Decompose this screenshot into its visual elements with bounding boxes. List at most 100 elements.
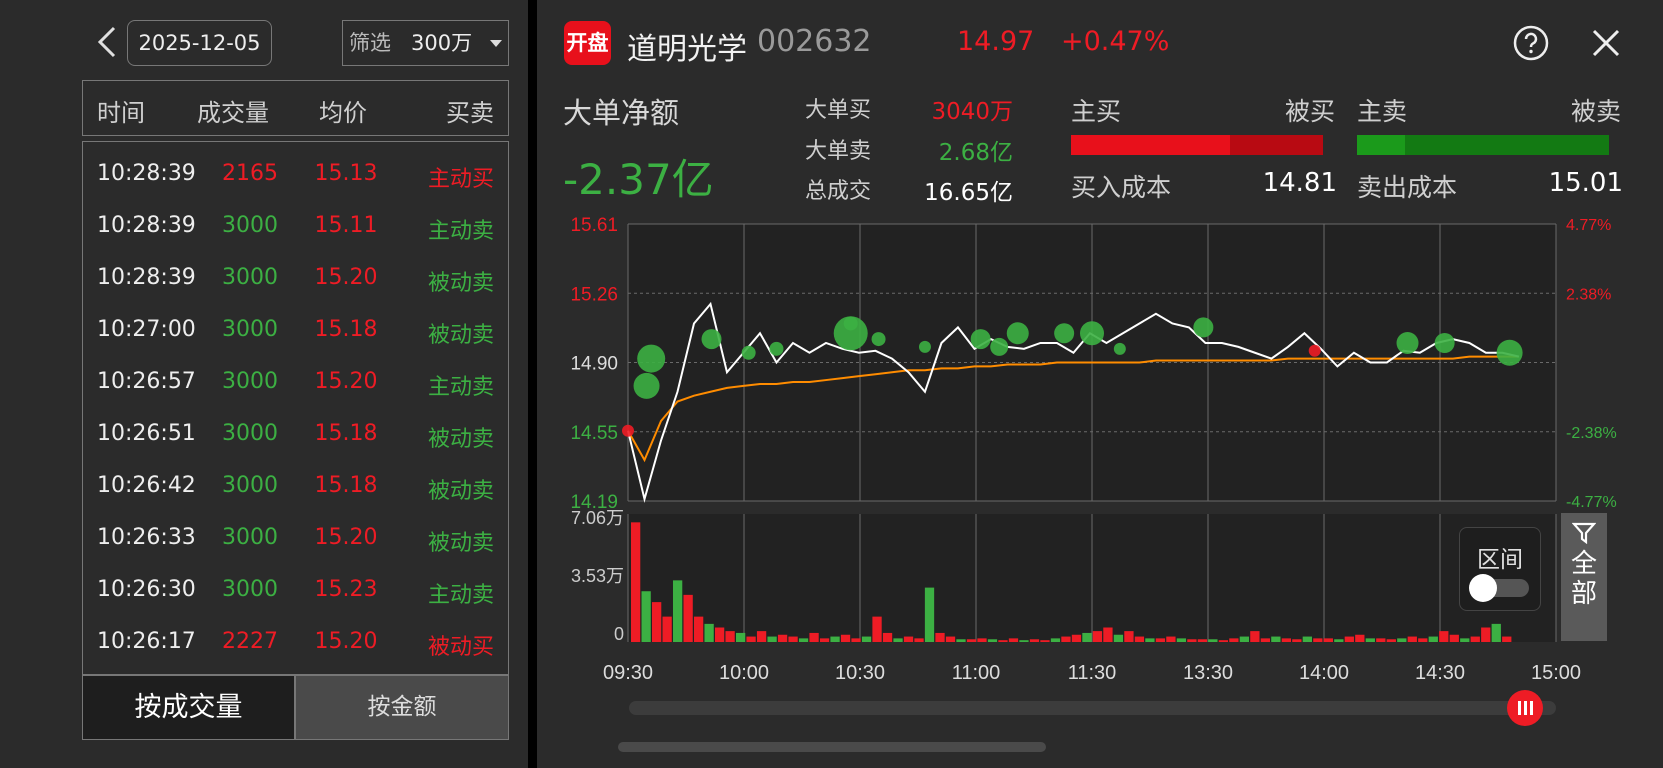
volume-bar	[651, 602, 662, 642]
big-order-bubble	[1080, 321, 1104, 346]
date-selector[interactable]: 2025-12-05	[127, 20, 272, 66]
row-volume: 3000	[222, 421, 278, 446]
volume-bar	[1470, 636, 1480, 642]
volume-bar	[1407, 636, 1417, 642]
big-sell-label: 大单卖	[805, 139, 872, 164]
table-row[interactable]: 10:28:39 2165 15.13 主动买	[83, 149, 508, 201]
big-sell-value: 2.68亿	[938, 140, 1013, 166]
volume-bar	[914, 638, 924, 642]
big-order-bubble	[701, 329, 722, 350]
volume-bar	[1113, 634, 1124, 642]
row-time: 10:26:42	[97, 473, 196, 498]
y-axis-left-label: 15.26	[570, 284, 618, 305]
help-icon[interactable]	[1512, 24, 1550, 62]
y-axis-left-label: 14.90	[570, 354, 618, 375]
row-side: 被动卖	[427, 531, 494, 556]
volume-bar	[924, 587, 935, 642]
sell-cost-label: 卖出成本	[1357, 173, 1458, 202]
header-time: 时间	[97, 99, 145, 127]
volume-bar	[777, 634, 788, 642]
filter-icon	[1572, 522, 1596, 544]
active-sell-label: 主卖	[1357, 97, 1408, 126]
stock-code: 002632	[757, 24, 872, 59]
volume-bar	[1260, 638, 1271, 642]
big-order-bubble	[1006, 322, 1029, 345]
volume-bar	[1428, 636, 1438, 642]
range-toggle[interactable]	[1469, 574, 1529, 602]
buy-cost-label: 买入成本	[1071, 173, 1172, 202]
table-row[interactable]: 10:26:51 3000 15.18 被动卖	[83, 409, 508, 461]
y-axis-right-label: -2.38%	[1566, 425, 1617, 442]
volume-bar	[956, 639, 966, 642]
table-row[interactable]: 10:26:30 3000 15.23 主动卖	[83, 565, 508, 617]
volume-bar	[830, 636, 840, 642]
intraday-chart[interactable]: 15.61 4.77%15.26 2.38%14.9014.55 -2.38%14.1…	[537, 205, 1663, 685]
row-price: 15.18	[314, 473, 378, 498]
filter-label: 筛选	[349, 31, 391, 55]
volume-bar	[1155, 638, 1166, 642]
row-time: 10:26:33	[97, 525, 196, 550]
volume-bar	[1229, 638, 1239, 642]
big-order-bubble	[1396, 331, 1419, 354]
big-order-bubble	[918, 340, 931, 353]
volume-bar	[1302, 636, 1312, 642]
horizontal-scrollbar[interactable]	[618, 742, 1046, 752]
table-row[interactable]: 10:26:42 3000 15.18 被动卖	[83, 461, 508, 513]
volume-bar	[1292, 639, 1302, 642]
big-buy-value: 3040万	[931, 99, 1013, 125]
close-icon[interactable]	[1589, 26, 1623, 60]
volume-bar	[966, 639, 977, 642]
slider-handle[interactable]	[1507, 690, 1543, 726]
back-chevron-icon[interactable]	[92, 22, 122, 62]
stock-price: 14.97	[957, 26, 1035, 57]
big-order-bubble	[1434, 332, 1455, 353]
row-price: 15.18	[314, 317, 378, 342]
big-order-bubble	[769, 341, 784, 356]
total-value: 16.65亿	[924, 180, 1013, 206]
tab-by-volume[interactable]: 按成交量	[82, 675, 295, 740]
table-row[interactable]: 10:28:39 3000 15.11 主动卖	[83, 201, 508, 253]
x-axis-label: 10:30	[835, 662, 885, 684]
table-row[interactable]: 10:26:57 3000 15.20 主动卖	[83, 357, 508, 409]
volume-bar	[1344, 636, 1354, 642]
volume-bar	[1040, 640, 1050, 642]
volume-bar	[1124, 631, 1134, 642]
stock-name: 道明光学	[627, 32, 747, 67]
tab-by-amount[interactable]: 按金额	[295, 675, 509, 740]
header-side: 买卖	[446, 99, 494, 127]
filter-dropdown[interactable]: 筛选 300万	[342, 20, 509, 66]
volume-bar	[1187, 639, 1197, 642]
volume-bar	[1481, 627, 1491, 642]
row-volume: 3000	[222, 577, 278, 602]
volume-bar	[756, 631, 767, 642]
row-volume: 3000	[222, 265, 278, 290]
table-row[interactable]: 10:28:39 3000 15.20 被动卖	[83, 253, 508, 305]
volume-bar	[1050, 638, 1061, 642]
volume-bar	[767, 636, 777, 642]
volume-bar	[998, 640, 1008, 642]
table-row[interactable]: 10:26:17 2227 15.20 被动买	[83, 617, 508, 669]
volume-bar	[1271, 636, 1281, 642]
volume-bar	[1281, 638, 1291, 642]
time-range-slider[interactable]	[629, 701, 1556, 715]
total-label: 总成交	[805, 179, 872, 204]
volume-bar	[1103, 627, 1113, 642]
panel-divider	[528, 0, 537, 768]
sell-cost-value: 15.01	[1548, 168, 1623, 198]
x-axis-label: 11:00	[952, 662, 1001, 684]
all-filter-button[interactable]: 全部	[1561, 513, 1607, 641]
table-row[interactable]: 10:26:33 3000 15.20 被动卖	[83, 513, 508, 565]
y-axis-right-label: 4.77%	[1566, 217, 1611, 234]
passive-buy-bar	[1230, 135, 1323, 155]
volume-bar	[693, 616, 704, 642]
row-side: 主动买	[427, 167, 494, 192]
table-row[interactable]: 10:27:00 3000 15.18 被动卖	[83, 305, 508, 357]
table-header: 时间 成交量 均价 买卖	[82, 80, 509, 136]
trade-list[interactable]: 10:28:39 2165 15.13 主动买 10:28:39 3000 15.11 主动卖…	[82, 141, 509, 675]
chevron-down-icon	[490, 40, 502, 47]
passive-sell-label: 被卖	[1571, 97, 1622, 126]
big-order-bubble	[741, 345, 756, 360]
big-order-bubble	[970, 329, 991, 350]
big-order-bubble	[1193, 317, 1214, 338]
volume-bar	[851, 638, 861, 642]
